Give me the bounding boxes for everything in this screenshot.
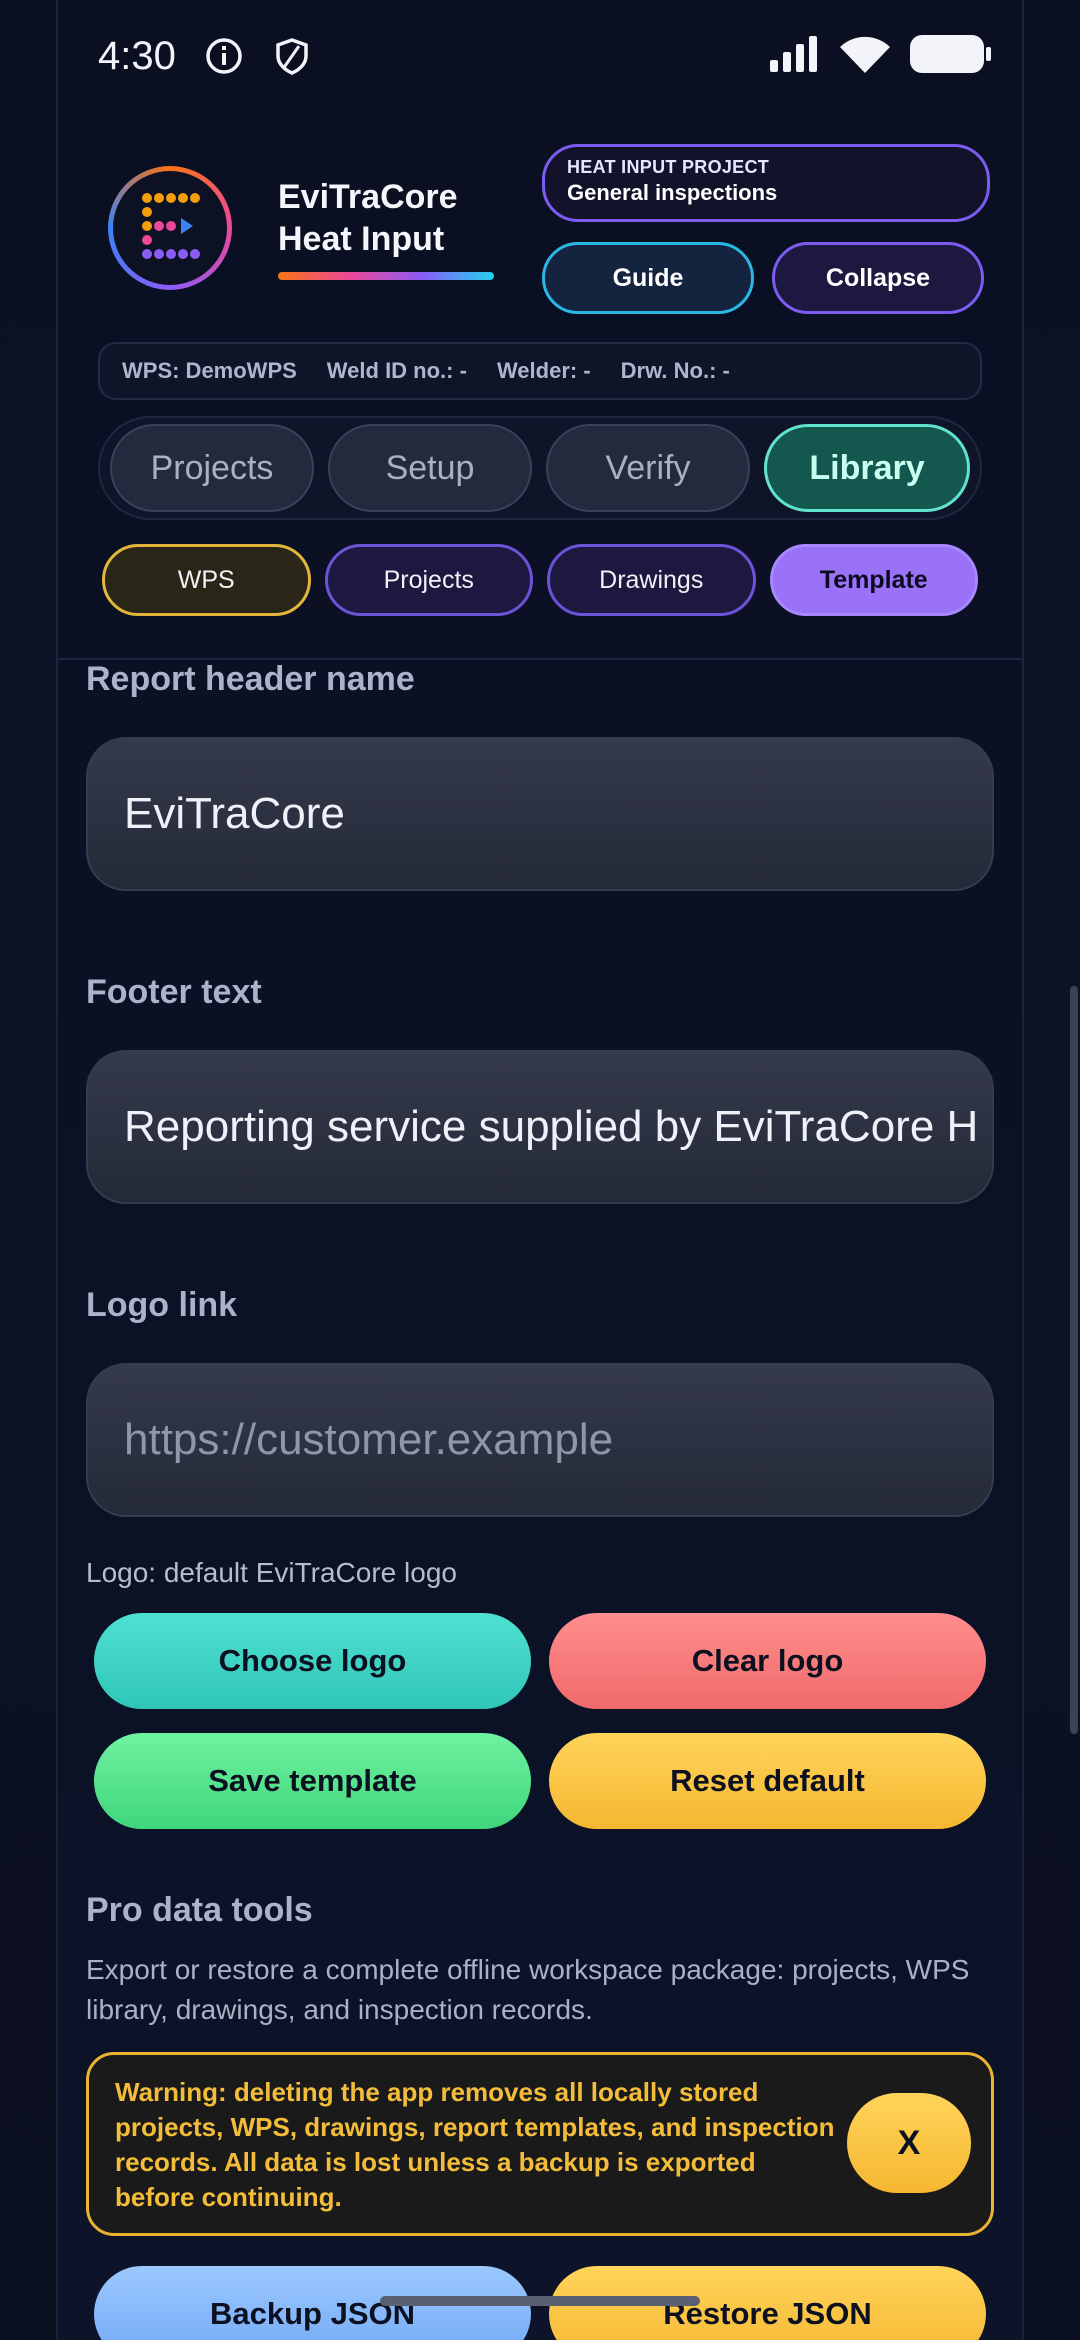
meta-drawing-no: Drw. No.: -: [620, 358, 730, 383]
reset-default-button[interactable]: Reset default: [549, 1733, 986, 1829]
tab-library[interactable]: Library: [764, 424, 970, 512]
home-indicator[interactable]: [380, 2296, 700, 2306]
page-scrollbar[interactable]: [1070, 986, 1078, 1734]
battery-icon: [910, 34, 992, 78]
status-time: 4:30: [98, 33, 176, 78]
subtab-projects[interactable]: Projects: [324, 544, 533, 616]
app-logo: [108, 166, 232, 290]
project-value: General inspections: [567, 180, 778, 205]
brand-line-2: Heat Input: [278, 220, 445, 258]
wifi-icon: [840, 35, 890, 78]
app-header: EviTraCore Heat Input HEAT INPUT PROJECT…: [58, 120, 1022, 660]
collapse-button[interactable]: Collapse: [772, 242, 984, 314]
signal-icon: [768, 35, 820, 77]
brand-line-1: EviTraCore: [278, 178, 458, 216]
template-actions: Choose logo Clear logo Save template Res…: [86, 1613, 994, 1829]
shield-icon: [272, 36, 312, 76]
logo-status-note: Logo: default EviTraCore logo: [86, 1557, 457, 1588]
tab-verify[interactable]: Verify: [546, 424, 750, 512]
footer-text-input[interactable]: Reporting service supplied by EviTraCore…: [86, 1050, 994, 1204]
info-icon: [204, 36, 244, 76]
logo-link-input[interactable]: https://customer.example: [86, 1363, 994, 1517]
meta-weld-id: Weld ID no.: -: [326, 358, 467, 383]
warning-text: Warning: deleting the app removes all lo…: [115, 2077, 835, 2212]
subtab-drawings[interactable]: Drawings: [547, 544, 756, 616]
clear-logo-button[interactable]: Clear logo: [549, 1613, 986, 1709]
project-label: HEAT INPUT PROJECT: [567, 157, 770, 177]
logo-mark-icon: [142, 193, 200, 259]
footer-text-label: Footer text: [86, 973, 262, 1011]
choose-logo-button[interactable]: Choose logo: [94, 1613, 531, 1709]
subtab-template[interactable]: Template: [769, 544, 978, 616]
weld-meta-bar: WPS: DemoWPS Weld ID no.: - Welder: - Dr…: [98, 342, 982, 400]
main-tabs: Projects Setup Verify Library: [98, 416, 982, 520]
pro-tools-title: Pro data tools: [86, 1891, 313, 1929]
meta-wps: WPS: DemoWPS: [122, 358, 297, 383]
subtab-wps[interactable]: WPS: [102, 544, 311, 616]
template-form: Report header name EviTraCore Footer tex…: [86, 660, 994, 2340]
report-header-label: Report header name: [86, 660, 415, 698]
meta-welder: Welder: -: [496, 358, 591, 383]
status-bar: 4:30: [98, 28, 992, 84]
brand-underline: [278, 272, 494, 280]
tab-setup[interactable]: Setup: [328, 424, 532, 512]
report-header-input[interactable]: EviTraCore: [86, 737, 994, 891]
app-frame: 4:30 EviTraCore Heat Input HEAT INPUT PR…: [56, 0, 1024, 2340]
data-loss-warning: Warning: deleting the app removes all lo…: [86, 2052, 994, 2236]
brand-title: EviTraCore Heat Input: [278, 176, 494, 280]
project-selector[interactable]: HEAT INPUT PROJECT General inspections: [542, 144, 990, 222]
logo-link-label: Logo link: [86, 1286, 238, 1324]
library-subtabs: WPS Projects Drawings Template: [102, 544, 978, 616]
pro-tools-description: Export or restore a complete offline wor…: [86, 1954, 970, 2025]
tab-projects[interactable]: Projects: [110, 424, 314, 512]
save-template-button[interactable]: Save template: [94, 1733, 531, 1829]
dismiss-warning-button[interactable]: X: [847, 2093, 971, 2193]
guide-button[interactable]: Guide: [542, 242, 754, 314]
